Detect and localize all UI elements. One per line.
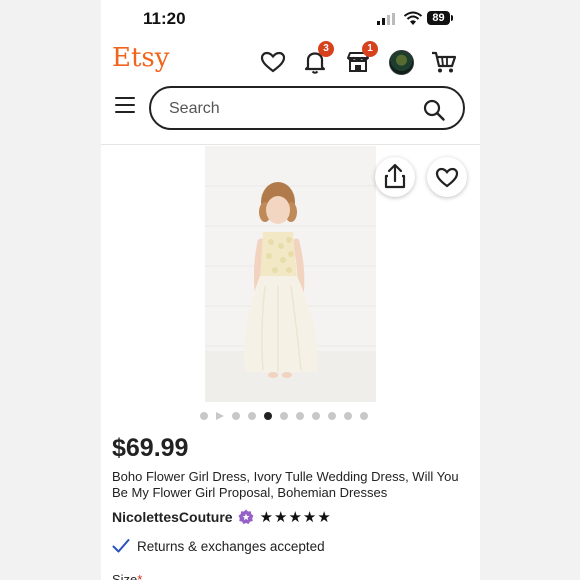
product-price: $69.99 — [112, 434, 189, 462]
header-divider — [101, 144, 480, 145]
share-button[interactable] — [375, 157, 415, 197]
star-seller-badge-icon — [238, 509, 254, 524]
gallery-dot[interactable] — [344, 412, 352, 420]
required-mark: * — [137, 572, 143, 580]
notifications-badge: 3 — [318, 41, 334, 57]
share-icon — [384, 163, 406, 189]
gallery-dot[interactable] — [232, 412, 240, 420]
size-label: Size* — [112, 572, 142, 580]
shop-row: NicolettesCouture ★★★★★ — [112, 508, 332, 526]
gallery-video-indicator[interactable] — [216, 412, 224, 420]
rating-stars[interactable]: ★★★★★ — [260, 508, 332, 526]
returns-policy-text: Returns & exchanges accepted — [137, 538, 325, 554]
gallery-dot[interactable] — [264, 412, 272, 420]
heart-icon — [435, 167, 459, 188]
shop-updates-badge: 1 — [362, 41, 378, 57]
phone-screen: 11:20 89 Etsy 3 1 Search $69.99 Boho Flo… — [101, 0, 480, 580]
gallery-dot[interactable] — [248, 412, 256, 420]
cart-icon[interactable] — [430, 48, 458, 76]
product-photo-illustration — [205, 146, 376, 402]
favorites-heart-icon[interactable] — [259, 48, 287, 76]
favorite-button[interactable] — [427, 157, 467, 197]
checkmark-icon — [112, 539, 130, 553]
cellular-signal-icon — [377, 13, 395, 25]
gallery-dot[interactable] — [296, 412, 304, 420]
search-icon[interactable] — [423, 99, 445, 121]
shop-name-link[interactable]: NicolettesCouture — [112, 509, 233, 525]
gallery-dot[interactable] — [280, 412, 288, 420]
product-image[interactable] — [205, 146, 376, 402]
gallery-pagination — [200, 412, 368, 420]
product-title: Boho Flower Girl Dress, Ivory Tulle Wedd… — [112, 469, 459, 500]
gallery-dot[interactable] — [360, 412, 368, 420]
battery-tip — [451, 15, 453, 21]
status-bar: 11:20 89 — [101, 0, 480, 38]
gallery-dot[interactable] — [328, 412, 336, 420]
size-label-text: Size — [112, 572, 138, 580]
menu-hamburger-icon[interactable] — [115, 97, 135, 115]
search-input[interactable] — [167, 98, 411, 120]
wifi-icon — [403, 11, 423, 25]
gallery-dot[interactable] — [200, 412, 208, 420]
gallery-dot[interactable] — [312, 412, 320, 420]
battery-indicator: 89 — [427, 11, 450, 25]
returns-row: Returns & exchanges accepted — [112, 538, 325, 554]
user-avatar[interactable] — [389, 50, 414, 75]
etsy-logo[interactable]: Etsy — [112, 43, 169, 73]
search-bar — [149, 86, 465, 130]
status-time: 11:20 — [143, 9, 186, 28]
